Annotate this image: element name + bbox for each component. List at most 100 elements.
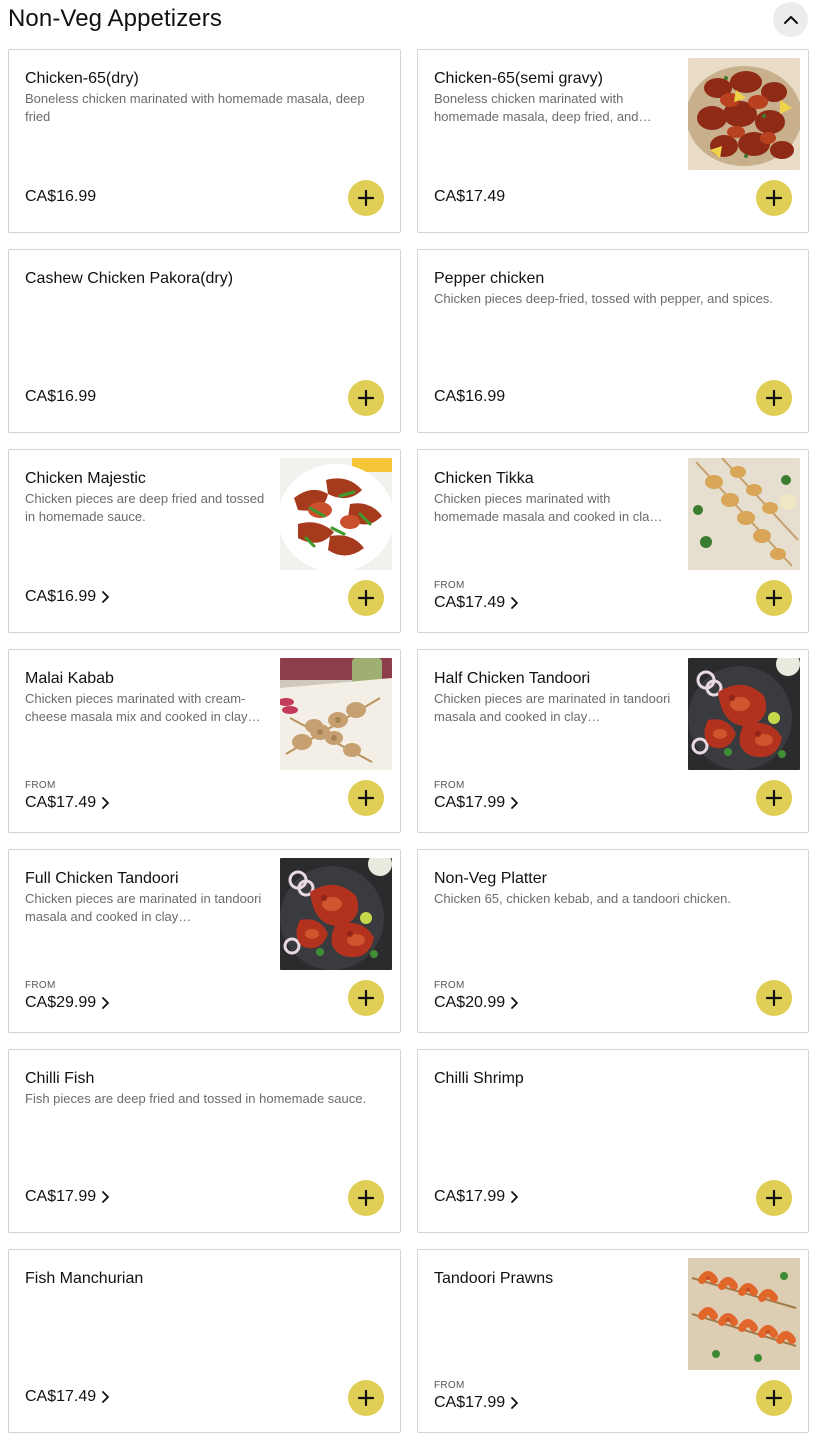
add-to-cart-button[interactable]	[348, 580, 384, 616]
item-name: Half Chicken Tandoori	[434, 670, 591, 687]
plus-icon	[357, 789, 375, 807]
menu-item-card[interactable]: Pepper chicken Chicken pieces deep-fried,…	[417, 249, 809, 433]
plus-icon	[765, 1389, 783, 1407]
price-row: CA$17.99	[434, 1392, 519, 1414]
from-label: FROM	[434, 980, 465, 991]
chicken-majestic-photo	[280, 458, 392, 570]
chevron-right-icon	[100, 996, 110, 1010]
menu-item-card[interactable]: Non-Veg Platter Chicken 65, chicken kebab…	[417, 849, 809, 1033]
section-header: Non-Veg Appetizers	[0, 0, 816, 40]
item-name: Cashew Chicken Pakora(dry)	[25, 270, 234, 287]
menu-item-card[interactable]: Chicken-65(semi gravy) Boneless chicken m…	[417, 49, 809, 233]
item-description: Chicken 65, chicken kebab, and a tandoor…	[434, 891, 732, 906]
price-row: CA$16.99	[434, 386, 505, 408]
plus-icon	[765, 789, 783, 807]
add-to-cart-button[interactable]	[756, 1180, 792, 1216]
add-to-cart-button[interactable]	[348, 980, 384, 1016]
price-row: CA$17.49	[25, 1386, 110, 1408]
item-price: CA$17.49	[25, 794, 97, 811]
add-to-cart-button[interactable]	[348, 1380, 384, 1416]
item-price: CA$17.99	[434, 1394, 506, 1411]
item-description: Chicken pieces are marinated in tandoori…	[25, 891, 262, 924]
from-label: FROM	[25, 980, 56, 991]
item-price: CA$16.99	[25, 188, 97, 205]
add-to-cart-button[interactable]	[348, 1180, 384, 1216]
tandoori-chicken-photo	[688, 658, 800, 770]
item-price: CA$17.49	[25, 1388, 97, 1405]
menu-item-card[interactable]: Chilli Shrimp CA$17.99	[417, 1049, 809, 1233]
item-description: Boneless chicken marinated with homemade…	[25, 91, 365, 124]
add-to-cart-button[interactable]	[756, 380, 792, 416]
plus-icon	[765, 989, 783, 1007]
from-label: FROM	[434, 580, 465, 591]
chevron-right-icon	[509, 996, 519, 1010]
item-price: CA$17.49	[434, 594, 506, 611]
price-row: CA$17.49	[434, 592, 519, 614]
menu-item-card[interactable]: Chicken Tikka Chicken pieces marinated wi…	[417, 449, 809, 633]
add-to-cart-button[interactable]	[756, 580, 792, 616]
add-to-cart-button[interactable]	[348, 380, 384, 416]
price-row: CA$16.99	[25, 186, 96, 208]
section-title: Non-Veg Appetizers	[8, 5, 222, 32]
chevron-right-icon	[509, 796, 519, 810]
chevron-right-icon	[100, 590, 110, 604]
plus-icon	[357, 1389, 375, 1407]
price-row: CA$17.49	[25, 792, 110, 814]
plus-icon	[357, 589, 375, 607]
item-name: Full Chicken Tandoori	[25, 870, 179, 887]
add-to-cart-button[interactable]	[756, 780, 792, 816]
malai-kabab-photo	[280, 658, 392, 770]
menu-item-card[interactable]: Chicken-65(dry) Boneless chicken marinate…	[8, 49, 401, 233]
item-name: Pepper chicken	[434, 270, 545, 287]
item-description: Chicken pieces marinated with homemade m…	[434, 491, 663, 524]
plus-icon	[357, 389, 375, 407]
price-row: CA$17.99	[434, 792, 519, 814]
collapse-button[interactable]	[773, 2, 808, 37]
item-description: Chicken pieces are deep fried and tossed…	[25, 491, 265, 524]
chevron-right-icon	[100, 796, 110, 810]
menu-item-grid: Chicken-65(dry) Boneless chicken marinate…	[8, 49, 809, 1433]
add-to-cart-button[interactable]	[756, 980, 792, 1016]
tikka-skewers-photo	[688, 458, 800, 570]
add-to-cart-button[interactable]	[348, 180, 384, 216]
item-price: CA$17.99	[434, 794, 506, 811]
add-to-cart-button[interactable]	[348, 780, 384, 816]
item-name: Chicken-65(semi gravy)	[434, 70, 603, 87]
menu-item-card[interactable]: Tandoori Prawns FROM CA$17.99	[417, 1249, 809, 1433]
price-row: CA$17.49	[434, 186, 505, 208]
price-row: CA$16.99	[25, 586, 110, 608]
menu-item-card[interactable]: Full Chicken Tandoori Chicken pieces are …	[8, 849, 401, 1033]
from-label: FROM	[434, 1380, 465, 1391]
add-to-cart-button[interactable]	[756, 1380, 792, 1416]
menu-item-card[interactable]: Chicken Majestic Chicken pieces are deep …	[8, 449, 401, 633]
plus-icon	[357, 989, 375, 1007]
item-price: CA$17.99	[25, 1188, 97, 1205]
item-price: CA$17.49	[434, 188, 506, 205]
item-description: Boneless chicken marinated with homemade…	[434, 91, 652, 124]
price-row: CA$29.99	[25, 992, 110, 1014]
item-name: Non-Veg Platter	[434, 870, 547, 887]
item-description: Fish pieces are deep fried and tossed in…	[25, 1091, 367, 1106]
chevron-right-icon	[509, 596, 519, 610]
menu-item-card[interactable]: Fish Manchurian CA$17.49	[8, 1249, 401, 1433]
item-price: CA$17.99	[434, 1188, 506, 1205]
item-name: Chilli Shrimp	[434, 1070, 524, 1087]
plus-icon	[765, 189, 783, 207]
item-description: Chicken pieces marinated with cream-chee…	[25, 691, 261, 724]
plus-icon	[357, 1189, 375, 1207]
menu-item-card[interactable]: Half Chicken Tandoori Chicken pieces are …	[417, 649, 809, 833]
item-description: Chicken pieces are marinated in tandoori…	[434, 691, 671, 724]
tandoori-chicken-photo	[280, 858, 392, 970]
fried-chicken-photo	[688, 58, 800, 170]
price-row: CA$20.99	[434, 992, 519, 1014]
menu-item-card[interactable]: Malai Kabab Chicken pieces marinated with…	[8, 649, 401, 833]
chevron-right-icon	[100, 1390, 110, 1404]
menu-item-card[interactable]: Chilli Fish Fish pieces are deep fried an…	[8, 1049, 401, 1233]
from-label: FROM	[434, 780, 465, 791]
chevron-up-icon	[781, 10, 801, 30]
item-price: CA$16.99	[25, 388, 97, 405]
add-to-cart-button[interactable]	[756, 180, 792, 216]
chevron-right-icon	[100, 1190, 110, 1204]
price-row: CA$17.99	[25, 1186, 110, 1208]
menu-item-card[interactable]: Cashew Chicken Pakora(dry) CA$16.99	[8, 249, 401, 433]
